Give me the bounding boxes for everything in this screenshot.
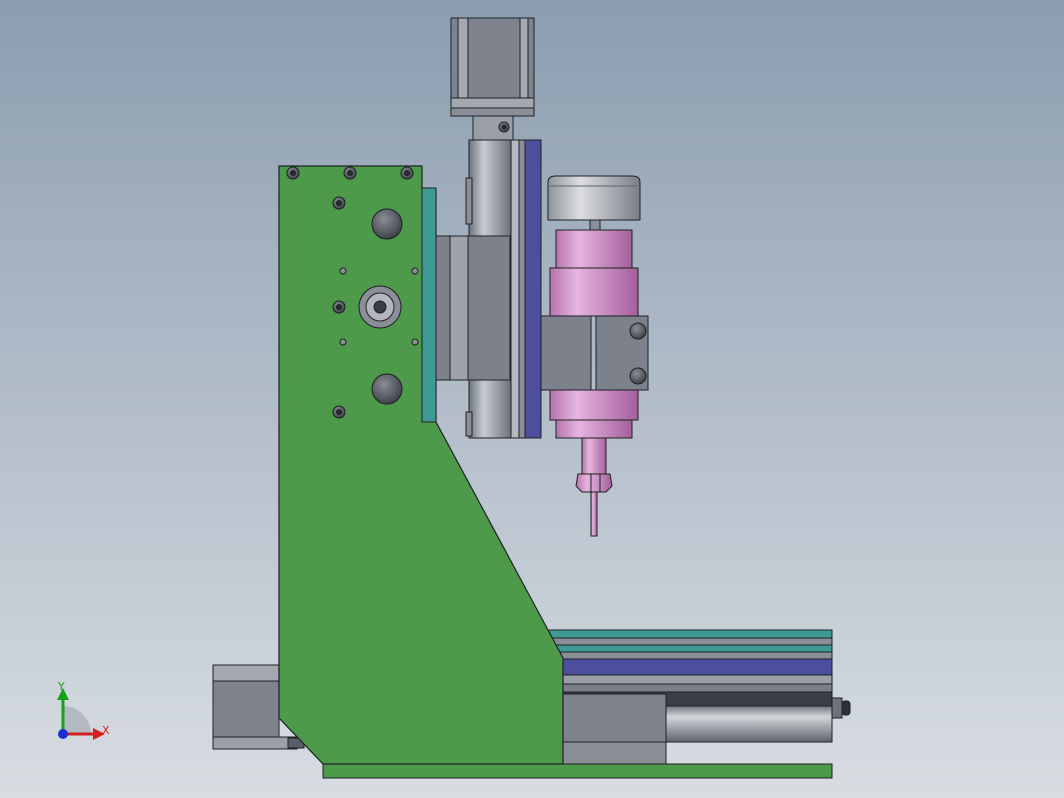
x-motor-body: [212, 680, 280, 738]
cutting-bit: [590, 491, 598, 537]
z-motor-flange: [450, 97, 535, 109]
z-blue-rail: [524, 139, 542, 439]
z-rod-lower: [468, 379, 512, 439]
spindle-cap: [547, 175, 641, 221]
x-leadscrew-end: [831, 697, 843, 719]
spindle-body-bottom: [555, 419, 633, 439]
x-bearing-lower: [559, 741, 667, 765]
x-axis-label: X: [102, 724, 110, 737]
collet-nut: [575, 473, 613, 493]
rail-lower-gray: [559, 674, 833, 685]
base-plate: [322, 763, 833, 779]
pin-hole: [339, 338, 347, 346]
x-leadscrew-tip: [841, 700, 851, 716]
rail-top-gray: [547, 637, 833, 646]
z-axis-dot: [58, 729, 68, 739]
large-hole: [371, 373, 403, 405]
rail-mid-gray: [547, 651, 833, 660]
cad-viewport[interactable]: Y X: [0, 0, 1064, 798]
x-motor-cap: [212, 664, 280, 682]
z-plate-thin: [510, 139, 520, 439]
x-motor-flange: [212, 736, 298, 750]
rail-top-teal: [547, 629, 833, 639]
cnc-router-model: Y X: [0, 0, 1064, 798]
spindle-body-mid: [549, 267, 639, 317]
spindle-body-lower: [549, 389, 639, 421]
x-bearing-block: [559, 693, 667, 745]
rail-blue-carriage: [559, 658, 833, 676]
pin-hole: [411, 267, 419, 275]
y-axis-label: Y: [57, 680, 65, 693]
spindle-nose: [581, 437, 607, 475]
pin-hole: [339, 267, 347, 275]
large-hole: [371, 208, 403, 240]
spindle-body-top: [555, 229, 633, 269]
z-teal-plate: [421, 187, 437, 423]
rail-mid-teal: [547, 644, 833, 653]
pin-hole: [411, 338, 419, 346]
z-rod-upper: [468, 139, 512, 237]
x-leadscrew: [659, 705, 833, 743]
z-mount-block: [435, 235, 511, 381]
rail-lower-dark: [559, 683, 833, 693]
